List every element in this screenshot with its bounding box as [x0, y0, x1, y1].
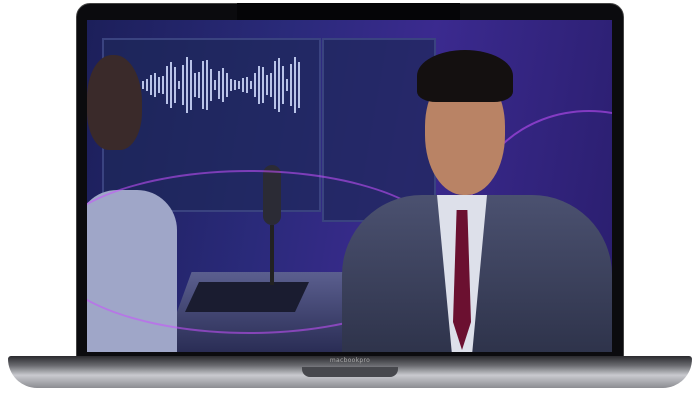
waveform-bar	[202, 60, 204, 110]
waveform-bar	[214, 80, 216, 90]
waveform-bar	[174, 67, 176, 103]
waveform-bar	[294, 56, 296, 114]
waveform-bar	[270, 72, 272, 98]
waveform-bar	[250, 80, 252, 90]
waveform-bar	[226, 72, 228, 98]
waveform-bar	[206, 59, 208, 111]
waveform-bar	[222, 68, 224, 102]
waveform-bar	[246, 77, 248, 93]
waveform-bar	[170, 61, 172, 109]
waveform-bar	[146, 78, 148, 92]
waveform-bar	[142, 81, 144, 89]
waveform-bar	[234, 79, 236, 91]
waveform-bar	[210, 68, 212, 102]
waveform-bar	[282, 66, 284, 104]
waveform-bar	[158, 76, 160, 94]
waveform-bar	[254, 72, 256, 98]
waveform-bar	[218, 70, 220, 100]
laptop-hinge	[302, 367, 398, 377]
waveform-bar	[194, 73, 196, 97]
waveform-bar	[230, 78, 232, 92]
waveform-bar	[154, 72, 156, 98]
waveform-bar	[258, 66, 260, 104]
waveform-bar	[190, 59, 192, 111]
waveform-bar	[262, 66, 264, 104]
waveform-bar	[198, 72, 200, 98]
audio-waveform	[142, 55, 307, 115]
waveform-bar	[150, 74, 152, 96]
camera-notch	[237, 3, 460, 20]
waveform-bar	[278, 57, 280, 113]
waveform-bar	[182, 65, 184, 105]
waveform-bar	[178, 80, 180, 90]
waveform-bar	[266, 75, 268, 95]
brand-label: macbookpro	[329, 357, 371, 364]
waveform-bar	[242, 78, 244, 92]
waveform-bar	[286, 79, 288, 91]
man-hair	[417, 50, 513, 102]
waveform-bar	[162, 75, 164, 95]
waveform-bar	[186, 56, 188, 114]
waveform-bar	[274, 60, 276, 110]
waveform-bar	[166, 65, 168, 105]
waveform-bar	[238, 80, 240, 90]
laptop-screen-image	[87, 20, 612, 352]
woman-head	[87, 55, 142, 150]
waveform-bar	[290, 63, 292, 107]
waveform-bar	[298, 61, 300, 109]
